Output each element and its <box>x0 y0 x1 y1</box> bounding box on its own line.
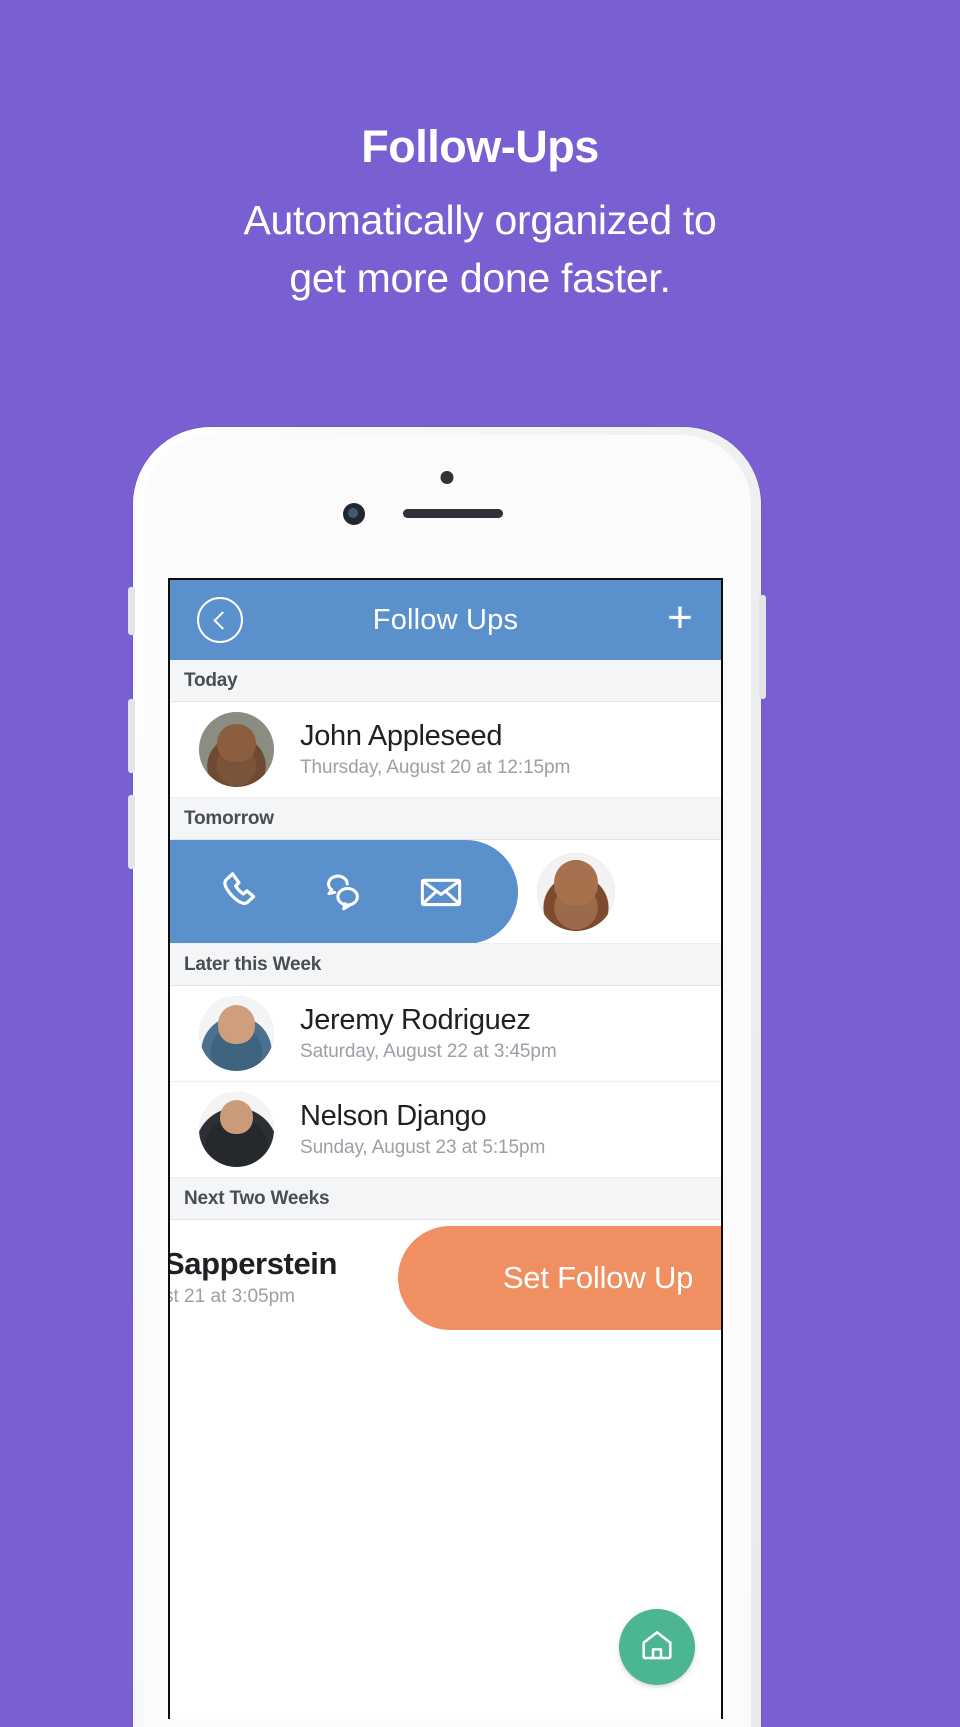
follow-up-date: Sunday, August 23 at 5:15pm <box>300 1136 546 1158</box>
section-header-tomorrow: Tomorrow <box>170 798 721 840</box>
silent-switch[interactable] <box>128 587 135 635</box>
home-icon <box>637 1625 677 1670</box>
avatar <box>537 852 615 931</box>
contact-name: John Appleseed <box>300 720 503 753</box>
promo-subtitle-line-2: get more done faster. <box>289 255 671 302</box>
list-item-swiped[interactable] <box>170 840 721 944</box>
avatar <box>199 996 274 1071</box>
swipe-actions <box>170 840 518 943</box>
avatar <box>199 712 274 787</box>
promo-subtitle-line-1: Automatically organized to <box>243 197 717 243</box>
follow-up-date: Thursday, August 20 at 12:15pm <box>300 756 571 778</box>
power-button[interactable] <box>759 595 766 699</box>
list-item-text: Nelson Django Sunday, August 23 at 5:15p… <box>300 1100 545 1158</box>
app-title: Follow Ups <box>372 603 519 636</box>
follow-up-date: st 21 at 3:05pm <box>170 1286 295 1307</box>
back-button[interactable] <box>197 597 243 643</box>
list-item-shifted[interactable]: Sapperstein st 21 at 3:05pm Set Follow U… <box>170 1220 721 1334</box>
promo-block: Follow-Ups Automatically organized to ge… <box>0 0 960 307</box>
follow-up-date: Saturday, August 22 at 3:45pm <box>300 1040 557 1062</box>
volume-down-button[interactable] <box>128 795 135 869</box>
phone-icon[interactable] <box>217 866 269 918</box>
contact-name: Sapperstein <box>170 1246 338 1281</box>
page-title: Follow-Ups <box>361 121 599 172</box>
app-screen: Follow Ups + Today John Appleseed Thursd… <box>168 578 723 1719</box>
proximity-sensor-icon <box>343 503 365 525</box>
list-item-text: Jeremy Rodriguez Saturday, August 22 at … <box>300 1004 557 1062</box>
chevron-left-icon <box>212 610 232 630</box>
contact-name: Jeremy Rodriguez <box>300 1004 531 1037</box>
earpiece-speaker <box>403 509 503 518</box>
section-header-next-two-weeks: Next Two Weeks <box>170 1178 721 1220</box>
set-follow-up-button[interactable]: Set Follow Up <box>398 1226 721 1330</box>
section-header-today: Today <box>170 660 721 702</box>
home-fab-button[interactable] <box>619 1609 695 1685</box>
front-camera-icon <box>440 471 454 484</box>
promo-subtitle: Automatically organized to get more done… <box>0 191 960 307</box>
avatar <box>199 1092 274 1167</box>
add-follow-up-button[interactable]: + <box>663 596 697 640</box>
section-header-later-this-week: Later this Week <box>170 944 721 986</box>
contact-name: Nelson Django <box>300 1100 487 1133</box>
list-item[interactable]: John Appleseed Thursday, August 20 at 12… <box>170 702 721 798</box>
list-item-text: Sapperstein st 21 at 3:05pm <box>170 1246 337 1308</box>
list-item[interactable]: Jeremy Rodriguez Saturday, August 22 at … <box>170 986 721 1082</box>
list-item[interactable]: Nelson Django Sunday, August 23 at 5:15p… <box>170 1082 721 1178</box>
list-item-text: John Appleseed Thursday, August 20 at 12… <box>300 720 570 778</box>
phone-mockup: Follow Ups + Today John Appleseed Thursd… <box>128 427 766 1727</box>
volume-up-button[interactable] <box>128 699 135 773</box>
app-header: Follow Ups + <box>170 580 721 660</box>
envelope-icon[interactable] <box>415 866 467 918</box>
chat-bubbles-icon[interactable] <box>316 866 368 918</box>
